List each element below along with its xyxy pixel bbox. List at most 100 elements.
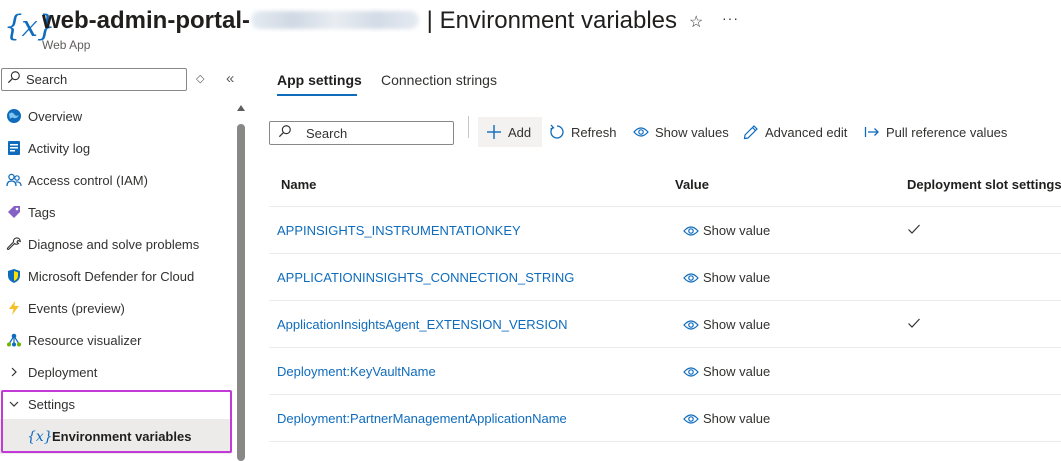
sidebar-item-resource-visualizer[interactable]: Resource visualizer [0, 324, 232, 356]
row-divider [269, 206, 1061, 207]
sidebar-item-label: Deployment [28, 364, 98, 380]
chevron-down-icon [0, 397, 28, 412]
sidebar-item-label: Activity log [28, 140, 91, 156]
show-value-label: Show value [703, 411, 771, 426]
refresh-icon [550, 124, 564, 139]
sidebar-item-label: Resource visualizer [28, 332, 142, 348]
column-header-name[interactable]: Name [281, 177, 316, 192]
sidebar-item-label: Settings [28, 396, 75, 412]
pull-arrow-icon [864, 127, 879, 137]
column-header-value[interactable]: Value [675, 177, 709, 192]
setting-name-link[interactable]: APPINSIGHTS_INSTRUMENTATIONKEY [277, 223, 521, 238]
setting-name-link[interactable]: Deployment:PartnerManagementApplicationN… [277, 411, 567, 426]
sidebar-item-tags[interactable]: Tags [0, 196, 232, 228]
sidebar-item-overview[interactable]: Overview [0, 100, 232, 132]
scroll-up-arrow-icon[interactable] [237, 105, 245, 111]
show-value-button[interactable]: Show value [683, 270, 770, 285]
page-title: web-admin-portal- | Environment variable… [42, 7, 677, 35]
sidebar-item-label: Access control (IAM) [28, 172, 148, 188]
redacted-resource-suffix [251, 11, 419, 29]
row-divider [269, 441, 1061, 442]
ellipsis-icon[interactable]: ··· [722, 10, 739, 26]
sidebar-scrollbar[interactable] [237, 124, 245, 461]
sidebar-item-diagnose[interactable]: Diagnose and solve problems [0, 228, 232, 260]
sidebar-group-settings[interactable]: Settings [0, 388, 232, 420]
eye-icon [683, 225, 699, 236]
search-icon [278, 124, 294, 143]
show-values-button[interactable]: Show values [633, 117, 729, 147]
show-value-label: Show value [703, 364, 771, 379]
page-name: Environment variables [439, 7, 678, 34]
eye-icon [683, 366, 699, 377]
show-value-button[interactable]: Show value [683, 223, 770, 238]
setting-name-link[interactable]: APPLICATIONINSIGHTS_CONNECTION_STRING [277, 270, 574, 285]
visualizer-icon [0, 332, 28, 348]
sidebar-nav: Overview Activity log Access control (IA… [0, 100, 232, 420]
sidebar-item-label: Overview [28, 108, 83, 124]
tab-app-settings[interactable]: App settings [277, 72, 362, 88]
sidebar-item-label: Environment variables [52, 429, 192, 444]
refresh-button[interactable]: Refresh [549, 117, 617, 147]
tab-connection-strings[interactable]: Connection strings [381, 72, 497, 88]
wrench-icon [0, 236, 28, 252]
checkmark-icon [908, 224, 920, 234]
sidebar-search[interactable] [1, 68, 187, 91]
add-label: Add [508, 124, 532, 140]
show-values-label: Show values [655, 124, 729, 140]
title-separator: | [426, 7, 433, 34]
row-divider [269, 347, 1061, 348]
environment-variables-icon: {x} [27, 428, 53, 445]
show-value-label: Show value [703, 223, 771, 238]
sidebar-item-environment-variables[interactable]: {x} Environment variables [0, 419, 232, 454]
activity-log-icon [0, 140, 28, 156]
sort-updown-icon[interactable]: ◇ [196, 72, 204, 85]
advanced-edit-label: Advanced edit [765, 124, 848, 140]
collapse-sidebar-icon[interactable]: « [226, 70, 234, 87]
show-value-button[interactable]: Show value [683, 317, 770, 332]
pull-reference-label: Pull reference values [886, 124, 1008, 140]
advanced-edit-button[interactable]: Advanced edit [743, 117, 847, 147]
show-value-button[interactable]: Show value [683, 364, 770, 379]
settings-search[interactable] [269, 121, 454, 145]
row-divider [269, 300, 1061, 301]
show-value-button[interactable]: Show value [683, 411, 770, 426]
eye-icon [633, 127, 649, 137]
toolbar-divider [468, 116, 469, 138]
sidebar-item-label: Tags [28, 204, 56, 220]
row-divider [269, 394, 1061, 395]
sidebar-search-input[interactable] [26, 72, 176, 87]
sidebar-item-label: Diagnose and solve problems [28, 236, 200, 252]
row-divider [269, 253, 1061, 254]
sidebar-item-label: Events (preview) [28, 300, 125, 316]
eye-icon [683, 272, 699, 283]
column-header-deployment-slot[interactable]: Deployment slot settings [907, 177, 1061, 192]
pull-reference-values-button[interactable]: Pull reference values [864, 117, 1007, 147]
setting-name-link[interactable]: ApplicationInsightsAgent_EXTENSION_VERSI… [277, 317, 567, 332]
sidebar-item-defender[interactable]: Microsoft Defender for Cloud [0, 260, 232, 292]
active-tab-indicator [277, 94, 357, 96]
show-value-label: Show value [703, 270, 771, 285]
sidebar-item-access-control[interactable]: Access control (IAM) [0, 164, 232, 196]
pencil-icon [743, 125, 758, 140]
setting-name-link[interactable]: Deployment:KeyVaultName [277, 364, 436, 379]
resource-type: Web App [42, 38, 91, 52]
sidebar-group-deployment[interactable]: Deployment [0, 356, 232, 388]
plus-icon [487, 125, 501, 139]
search-icon [7, 70, 23, 89]
resource-name: web-admin-portal- [42, 7, 250, 34]
shield-icon [0, 268, 28, 284]
show-value-label: Show value [703, 317, 771, 332]
people-icon [0, 172, 28, 188]
overview-globe-icon [0, 108, 28, 124]
checkmark-icon [908, 318, 920, 328]
sidebar-item-label: Microsoft Defender for Cloud [28, 268, 195, 284]
add-button[interactable]: Add [478, 117, 542, 147]
eye-icon [683, 413, 699, 424]
settings-search-input[interactable] [306, 125, 446, 141]
sidebar-item-events[interactable]: Events (preview) [0, 292, 232, 324]
sidebar-item-activity-log[interactable]: Activity log [0, 132, 232, 164]
refresh-label: Refresh [571, 124, 617, 140]
chevron-right-icon [0, 365, 28, 380]
star-outline-icon[interactable]: ☆ [689, 12, 703, 32]
lightning-icon [0, 300, 28, 316]
